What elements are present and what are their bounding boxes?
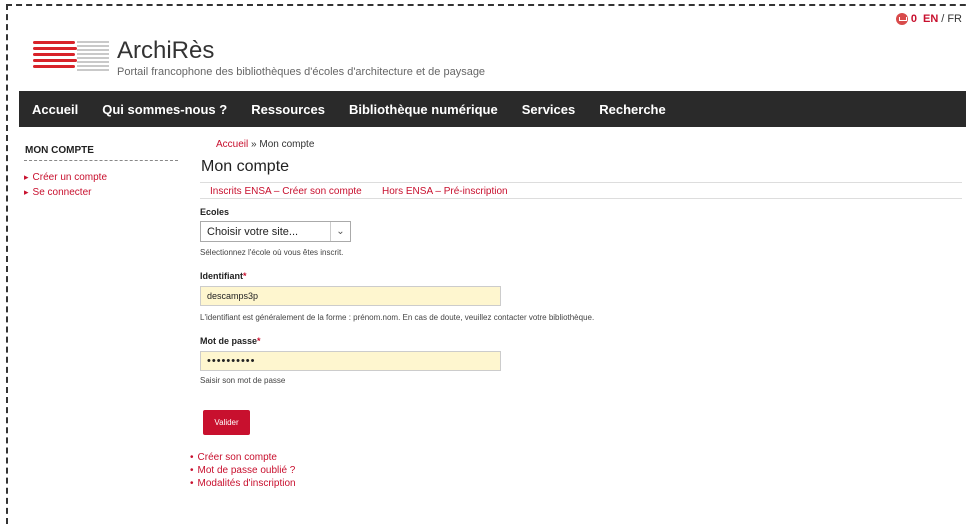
chevron-down-icon[interactable]: ⌄ (330, 222, 350, 241)
account-links: Créer son compte Mot de passe oublié ? M… (190, 451, 296, 490)
nav-recherche[interactable]: Recherche (587, 102, 677, 117)
lang-separator: / (941, 13, 945, 25)
required-mark: * (243, 271, 247, 281)
logo-title: ArchiRès (117, 37, 215, 64)
main-nav: Accueil Qui sommes-nous ? Ressources Bib… (19, 91, 966, 127)
breadcrumb: Accueil » Mon compte (216, 139, 314, 150)
nav-bibliotheque-numerique[interactable]: Bibliothèque numérique (337, 102, 510, 117)
lang-en-link[interactable]: EN (923, 13, 938, 25)
link-creer-compte[interactable]: Créer son compte (190, 451, 296, 464)
nav-services[interactable]: Services (510, 102, 588, 117)
tab-inscrits-ensa[interactable]: Inscrits ENSA – Créer son compte (210, 186, 362, 197)
password-value: •••••••••• (207, 355, 256, 367)
cart-count[interactable]: 0 (911, 13, 917, 25)
tabs-bottom-border (200, 198, 962, 199)
tabs-top-border (200, 182, 962, 183)
site-logo[interactable]: ArchiRès Portail francophone des bibliot… (33, 38, 485, 78)
tab-hors-ensa[interactable]: Hors ENSA – Pré-inscription (382, 186, 508, 197)
link-modalites-inscription[interactable]: Modalités d'inscription (190, 477, 296, 490)
identifiant-input[interactable]: descamps3p (200, 286, 501, 306)
ecoles-help: Sélectionnez l'école où vous êtes inscri… (200, 248, 344, 257)
nav-qui-sommes-nous[interactable]: Qui sommes-nous ? (90, 102, 239, 117)
identifiant-value: descamps3p (207, 291, 259, 301)
required-mark: * (257, 336, 261, 346)
ecoles-select[interactable]: Choisir votre site... ⌄ (200, 221, 351, 242)
password-label: Mot de passe* (200, 336, 261, 346)
breadcrumb-home[interactable]: Accueil (216, 139, 248, 150)
logo-subtitle: Portail francophone des bibliothèques d'… (117, 66, 486, 78)
sidebar-item-creer-compte[interactable]: Créer un compte (24, 170, 107, 185)
sidebar-menu: Créer un compte Se connecter (24, 170, 107, 200)
ecoles-select-value: Choisir votre site... (207, 225, 299, 238)
sidebar-divider (24, 160, 178, 161)
top-utility-bar: 0 EN / FR (895, 13, 962, 25)
valider-button[interactable]: Valider (203, 410, 250, 435)
identifiant-label: Identifiant* (200, 271, 247, 281)
lang-fr-link[interactable]: FR (947, 13, 962, 25)
sidebar-title: MON COMPTE (25, 145, 94, 156)
nav-accueil[interactable]: Accueil (19, 102, 90, 117)
page-title: Mon compte (201, 158, 290, 175)
identifiant-help: L'identifiant est généralement de la for… (200, 313, 595, 322)
nav-ressources[interactable]: Ressources (239, 102, 337, 117)
sidebar-item-se-connecter[interactable]: Se connecter (24, 185, 107, 200)
password-input[interactable]: •••••••••• (200, 351, 501, 371)
ecoles-label: Ecoles (200, 207, 230, 217)
dashed-frame (6, 4, 966, 524)
cart-icon[interactable] (895, 13, 908, 25)
password-help: Saisir son mot de passe (200, 376, 286, 385)
logo-icon (33, 38, 111, 74)
breadcrumb-current: Mon compte (259, 139, 315, 150)
breadcrumb-sep: » (251, 139, 257, 150)
link-mot-de-passe-oublie[interactable]: Mot de passe oublié ? (190, 464, 296, 477)
